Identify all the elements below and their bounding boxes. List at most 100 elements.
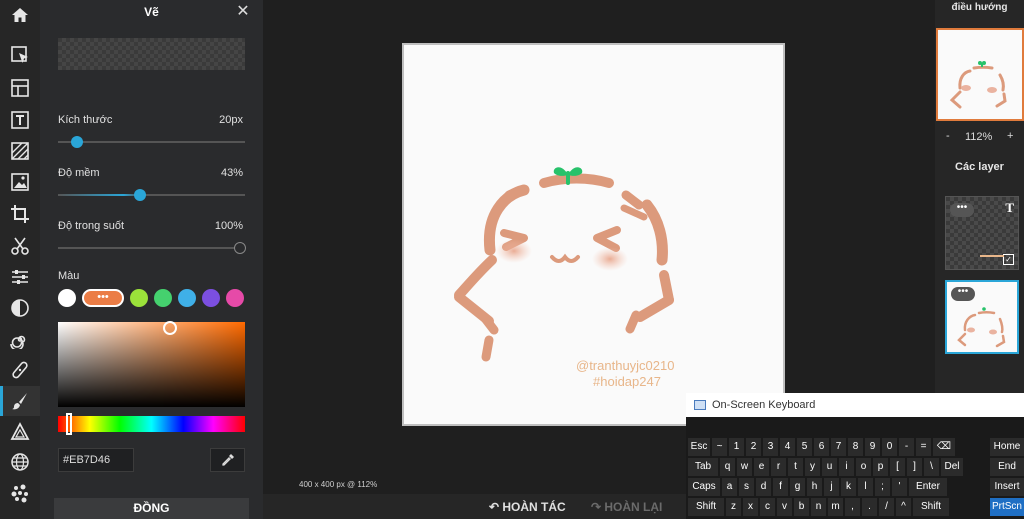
layer-visible-checkbox[interactable]: ✓ xyxy=(1003,254,1014,265)
osk-key[interactable]: 6 xyxy=(814,438,829,456)
osk-side-key[interactable]: End xyxy=(990,458,1024,476)
layer-text[interactable]: ••• T ✓ xyxy=(945,196,1019,270)
osk-key[interactable]: b xyxy=(794,498,809,516)
osk-side-key[interactable]: Home xyxy=(990,438,1024,456)
done-button[interactable]: ĐỒNG xyxy=(54,498,249,519)
osk-key[interactable]: ; xyxy=(875,478,890,496)
swatch-blue[interactable] xyxy=(178,289,196,307)
size-slider-thumb[interactable] xyxy=(71,136,83,148)
osk-key[interactable]: f xyxy=(773,478,788,496)
swatch-lime[interactable] xyxy=(130,289,148,307)
brush-icon[interactable] xyxy=(0,386,40,416)
osk-key[interactable]: 7 xyxy=(831,438,846,456)
osk-key[interactable]: 9 xyxy=(865,438,880,456)
color-picker-area[interactable] xyxy=(58,322,245,407)
shape-icon[interactable] xyxy=(0,417,40,447)
spiral-icon[interactable] xyxy=(0,324,40,354)
dots-icon[interactable] xyxy=(0,478,40,508)
osk-side-key[interactable]: Insert xyxy=(990,478,1024,496)
osk-key[interactable]: . xyxy=(862,498,877,516)
osk-key[interactable]: r xyxy=(771,458,786,476)
osk-key[interactable]: 0 xyxy=(882,438,897,456)
cut-icon[interactable] xyxy=(0,231,40,261)
layer-drawing[interactable]: ••• xyxy=(945,280,1019,354)
bandage-icon[interactable] xyxy=(0,355,40,385)
osk-key[interactable]: ⌫ xyxy=(933,438,955,456)
layout-icon[interactable] xyxy=(0,73,40,103)
osk-key[interactable]: y xyxy=(805,458,820,476)
hue-slider[interactable] xyxy=(58,416,245,432)
eyedropper-button[interactable] xyxy=(210,448,245,472)
osk-key[interactable]: h xyxy=(807,478,822,496)
layer-menu-button[interactable]: ••• xyxy=(950,203,974,217)
swatch-green[interactable] xyxy=(154,289,172,307)
redo-button[interactable]: ↷ HOÀN LẠI xyxy=(591,500,662,514)
softness-slider-thumb[interactable] xyxy=(134,189,146,201)
select-icon[interactable] xyxy=(0,40,40,70)
osk-key[interactable]: 8 xyxy=(848,438,863,456)
adjust-icon[interactable] xyxy=(0,262,40,292)
home-icon[interactable] xyxy=(0,0,40,30)
osk-key[interactable]: Tab xyxy=(688,458,718,476)
opacity-slider-thumb[interactable] xyxy=(234,242,246,254)
osk-key[interactable]: g xyxy=(790,478,805,496)
osk-key[interactable]: w xyxy=(737,458,752,476)
osk-key[interactable]: v xyxy=(777,498,792,516)
osk-key[interactable]: , xyxy=(845,498,860,516)
undo-button[interactable]: ↶ HOÀN TÁC xyxy=(489,500,566,514)
osk-key[interactable]: c xyxy=(760,498,775,516)
osk-key[interactable]: \ xyxy=(924,458,939,476)
hex-input[interactable] xyxy=(58,448,134,472)
osk-key[interactable]: s xyxy=(739,478,754,496)
swatch-pink[interactable] xyxy=(226,289,244,307)
osk-key[interactable]: 5 xyxy=(797,438,812,456)
osk-key[interactable]: / xyxy=(879,498,894,516)
osk-key[interactable]: x xyxy=(743,498,758,516)
zoom-in-button[interactable]: + xyxy=(1007,130,1013,142)
osk-key[interactable]: a xyxy=(722,478,737,496)
zoom-out-button[interactable]: - xyxy=(946,130,950,142)
osk-key[interactable]: q xyxy=(720,458,735,476)
osk-key[interactable]: Shift xyxy=(913,498,949,516)
color-picker-cursor[interactable] xyxy=(163,321,177,335)
osk-key[interactable]: Del xyxy=(941,458,963,476)
osk-key[interactable]: j xyxy=(824,478,839,496)
osk-key[interactable]: n xyxy=(811,498,826,516)
text-icon[interactable] xyxy=(0,105,40,135)
contrast-icon[interactable] xyxy=(0,293,40,323)
close-icon[interactable]: ✕ xyxy=(235,4,251,20)
softness-slider-track[interactable] xyxy=(58,194,245,196)
osk-key[interactable]: 4 xyxy=(780,438,795,456)
osk-key[interactable]: 1 xyxy=(729,438,744,456)
osk-key[interactable]: o xyxy=(856,458,871,476)
osk-key[interactable]: Caps xyxy=(688,478,720,496)
osk-key[interactable]: Shift xyxy=(688,498,724,516)
osk-key[interactable]: k xyxy=(841,478,856,496)
opacity-slider-track[interactable] xyxy=(58,247,245,249)
osk-key[interactable]: u xyxy=(822,458,837,476)
size-slider-track[interactable] xyxy=(58,141,245,143)
osk-side-key[interactable]: PrtScn xyxy=(990,498,1024,516)
navigator-thumbnail[interactable] xyxy=(936,28,1024,121)
osk-key[interactable]: d xyxy=(756,478,771,496)
osk-key[interactable]: Esc xyxy=(688,438,710,456)
swatch-active[interactable]: ••• xyxy=(82,289,124,307)
osk-key[interactable]: [ xyxy=(890,458,905,476)
osk-key[interactable]: ^ xyxy=(896,498,911,516)
osk-key[interactable]: ' xyxy=(892,478,907,496)
osk-key[interactable]: z xyxy=(726,498,741,516)
image-icon[interactable] xyxy=(0,167,40,197)
globe-icon[interactable] xyxy=(0,447,40,477)
hue-slider-thumb[interactable] xyxy=(66,413,72,435)
swatch-purple[interactable] xyxy=(202,289,220,307)
osk-key[interactable]: Enter xyxy=(909,478,947,496)
osk-key[interactable]: e xyxy=(754,458,769,476)
osk-key[interactable]: l xyxy=(858,478,873,496)
osk-key[interactable]: ~ xyxy=(712,438,727,456)
crop-icon[interactable] xyxy=(0,199,40,229)
osk-key[interactable]: t xyxy=(788,458,803,476)
osk-key[interactable]: i xyxy=(839,458,854,476)
osk-key[interactable]: 2 xyxy=(746,438,761,456)
osk-key[interactable]: - xyxy=(899,438,914,456)
osk-key[interactable]: p xyxy=(873,458,888,476)
